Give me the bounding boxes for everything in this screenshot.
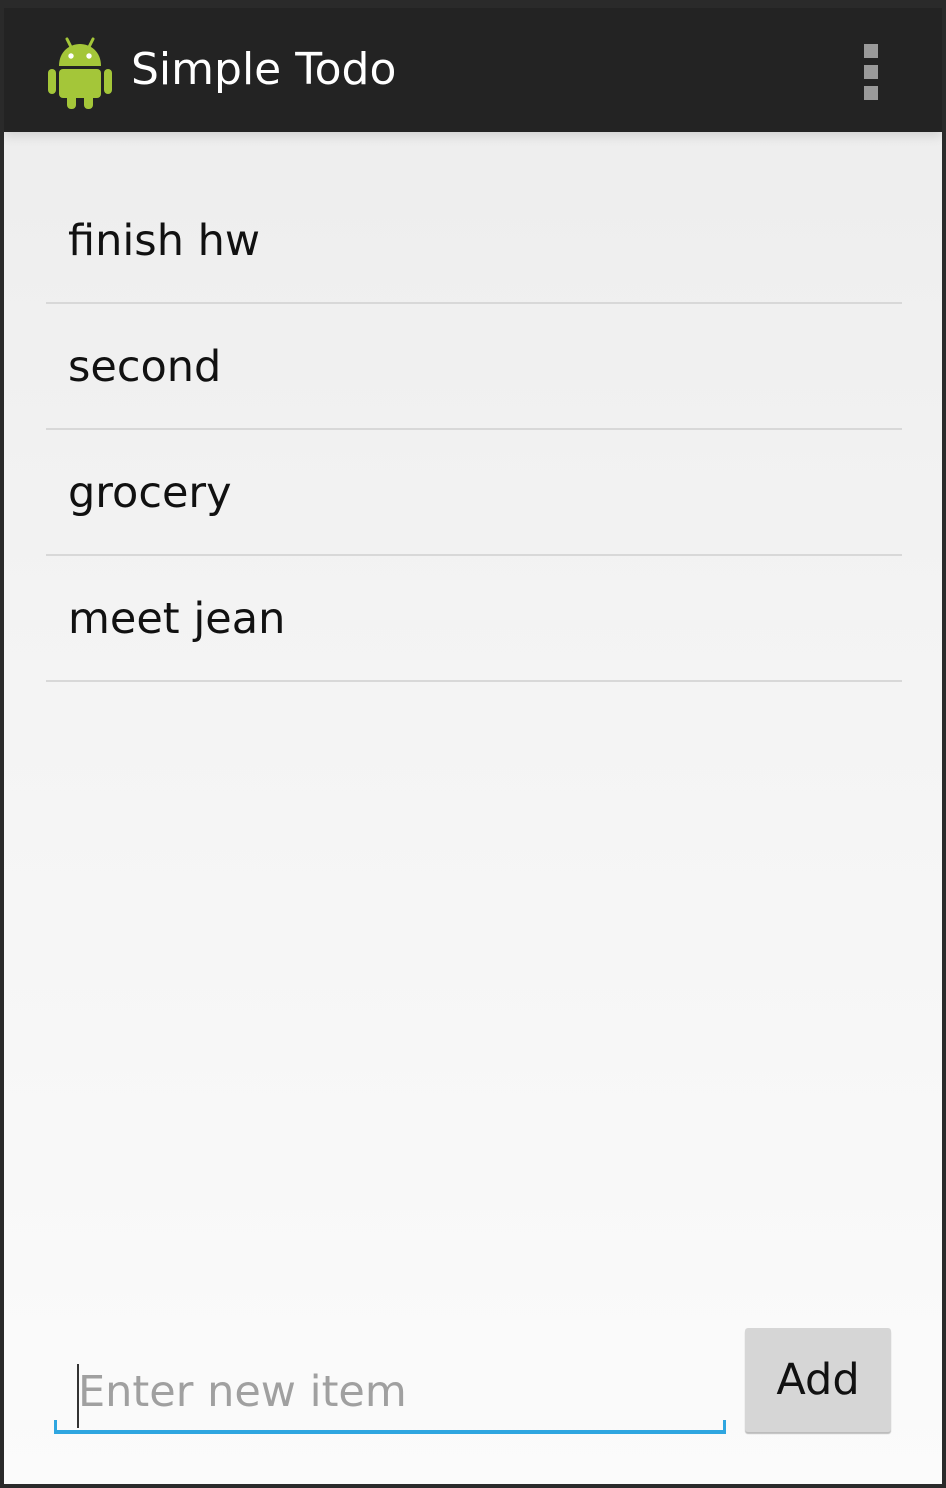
add-button[interactable]: Add (745, 1328, 891, 1432)
overflow-dot (864, 44, 878, 58)
new-item-field (54, 1354, 726, 1434)
app-title: Simple Todo (131, 44, 397, 95)
list-item-label: second (68, 342, 222, 392)
overflow-dot (864, 86, 878, 100)
list-item-label: grocery (68, 468, 232, 518)
action-bar: Simple Todo (4, 8, 942, 132)
todo-list: finish hw second grocery meet jean (46, 178, 902, 682)
list-item[interactable]: grocery (46, 430, 902, 556)
list-item[interactable]: second (46, 304, 902, 430)
new-item-input[interactable] (54, 1354, 726, 1430)
overflow-dot (864, 65, 878, 79)
android-robot-icon (48, 37, 112, 109)
app-window: Simple Todo finish hw second grocery mee… (4, 8, 942, 1484)
list-item[interactable]: finish hw (46, 178, 902, 304)
list-item[interactable]: meet jean (46, 556, 902, 682)
more-vertical-icon[interactable] (850, 38, 892, 108)
input-underline (54, 1420, 726, 1434)
list-item-label: finish hw (68, 216, 261, 266)
list-item-label: meet jean (68, 594, 286, 644)
text-cursor (77, 1364, 79, 1428)
